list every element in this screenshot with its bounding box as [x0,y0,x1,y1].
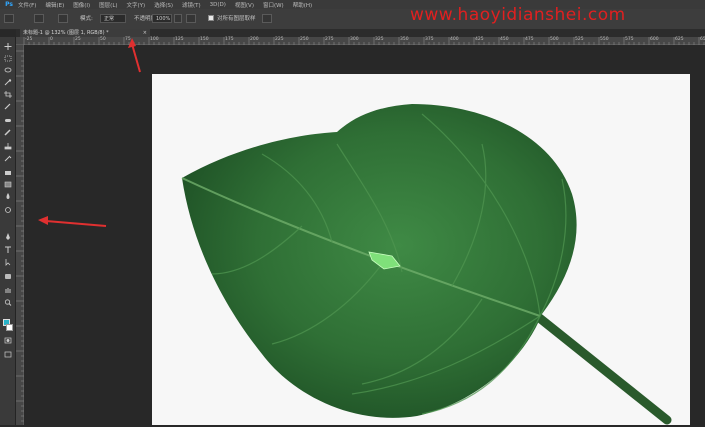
ruler-label: 175 [225,37,234,42]
ruler-label: 250 [300,37,309,42]
leaf-image [181,104,672,425]
gradient-icon[interactable] [4,181,12,188]
marquee-icon[interactable] [4,55,12,62]
ruler-label: 50 [100,37,106,42]
leaf-stem [532,311,672,425]
ruler-label: 550 [600,37,609,42]
pen-icon[interactable] [4,233,12,240]
history-brush-icon[interactable] [4,155,12,162]
ruler-label: 25 [75,37,81,42]
ruler-label: 300 [350,37,359,42]
ruler-label: 125 [175,37,184,42]
vertical-ruler [16,45,24,425]
menu-help[interactable]: 帮助(H) [293,1,312,9]
ruler-label: 200 [250,37,259,42]
menu-select[interactable]: 选择(S) [154,1,173,9]
blur-icon[interactable] [4,193,12,200]
shape-icon[interactable] [4,273,12,280]
ruler-label: -25 [25,37,33,42]
menu-3d[interactable]: 3D(D) [210,2,226,8]
quick-select-icon[interactable] [4,79,12,86]
pressure-opacity-icon[interactable] [186,14,196,23]
lasso-icon[interactable] [4,67,12,74]
ruler-label: 475 [525,37,534,42]
ruler-label: 375 [425,37,434,42]
ruler-label: 150 [200,37,209,42]
vertical-ruler-ticks [16,50,24,422]
move-icon[interactable] [4,43,12,50]
ruler-label: 625 [675,37,684,42]
menu-type[interactable]: 文字(Y) [127,1,146,9]
document-tab-bar: 未标题-1 @ 132% (图层 1, RGB/8) * × [16,29,705,37]
ruler-label: 650 [700,37,705,42]
eyedropper-icon[interactable] [4,103,12,110]
menu-view[interactable]: 视图(V) [235,1,254,9]
ruler-label: 500 [550,37,559,42]
document-tab-title: 未标题-1 @ 132% (图层 1, RGB/8) * [23,30,109,36]
clone-stamp-icon[interactable] [4,143,12,150]
quick-mask-icon[interactable] [4,337,12,344]
photoshop-logo: Ps [5,1,13,8]
ruler-label: 0 [50,37,53,42]
ruler-label: 350 [400,37,409,42]
menu-filter[interactable]: 滤镜(T) [182,1,201,9]
sample-all-layers-checkbox[interactable] [208,15,214,21]
opacity-input[interactable]: 100% [152,14,172,23]
ruler-label: 425 [475,37,484,42]
ruler-label: 600 [650,37,659,42]
annotation-arrow-up [128,38,141,73]
hand-icon[interactable] [4,287,12,294]
dodge-icon[interactable] [4,207,12,214]
menu-layer[interactable]: 图层(L) [99,1,117,9]
pressure-size-icon[interactable] [262,14,272,23]
menu-window[interactable]: 窗口(W) [263,1,284,9]
healing-brush-icon[interactable] [4,117,12,124]
tool-preset-icon[interactable] [4,14,14,23]
ruler-label: 450 [500,37,509,42]
ruler-label: 100 [150,37,159,42]
opacity-slider-icon[interactable] [174,14,182,23]
menu-file[interactable]: 文件(F) [18,1,36,9]
ruler-label: 575 [625,37,634,42]
mode-label: 模式: [80,16,93,22]
ruler-label: 400 [450,37,459,42]
ruler-label: 325 [375,37,384,42]
type-icon[interactable] [4,246,12,253]
tools-panel [0,37,16,425]
menu-edit[interactable]: 编辑(E) [45,1,64,9]
watermark: www.haoyidianshei.com [410,5,626,25]
background-color-swatch[interactable] [6,324,13,331]
annotation-arrow-left [38,216,107,227]
screen-mode-icon[interactable] [4,351,12,358]
horizontal-ruler: -25 0 25 50 75 100 125 150 175 200 225 250 275 300 325… [16,37,705,45]
crop-icon[interactable] [4,91,12,98]
eraser-icon[interactable] [4,169,12,176]
path-select-icon[interactable] [4,259,12,266]
sample-all-layers-label: 对所有图层取样 [217,16,256,22]
zoom-icon[interactable] [4,299,12,306]
document-canvas[interactable] [152,74,690,425]
menu-image[interactable]: 图像(I) [73,1,90,9]
mode-select[interactable]: 正常 [100,14,126,23]
brush-size-icon[interactable] [34,14,44,23]
ruler-label: 525 [575,37,584,42]
brush-panel-icon[interactable] [58,14,68,23]
brush-icon[interactable] [4,129,12,136]
ruler-label: 275 [325,37,334,42]
ruler-label: 225 [275,37,284,42]
